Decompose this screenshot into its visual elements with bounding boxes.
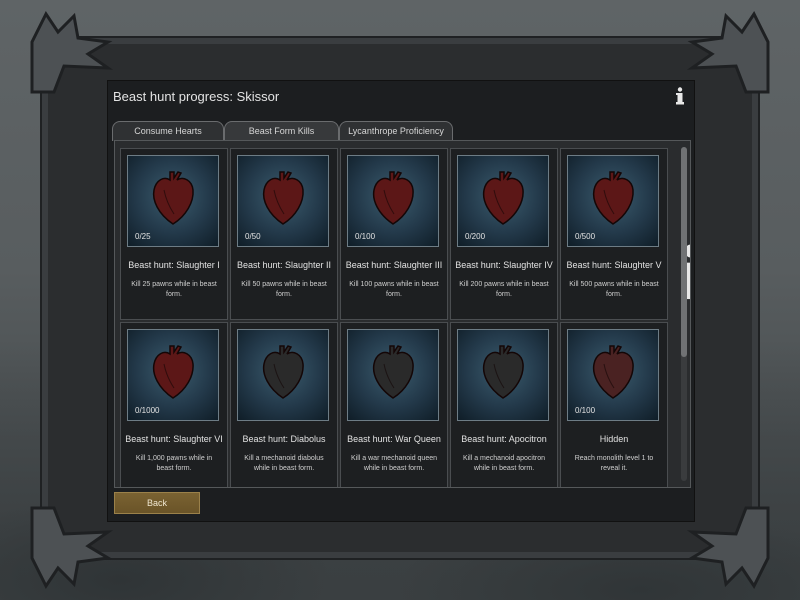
achievement-card[interactable]: Beast hunt: War Queen Kill a war mechanoi… bbox=[340, 322, 448, 487]
achievement-description: Kill 25 pawns while in beast form. bbox=[131, 281, 217, 298]
progress-count: 0/25 bbox=[135, 232, 151, 241]
progress-count: 0/1000 bbox=[135, 406, 160, 415]
heart-icon bbox=[372, 171, 414, 225]
achievement-description: Kill 200 pawns while in beast form. bbox=[459, 281, 549, 298]
achievement-image: 0/100 bbox=[347, 155, 483, 300]
achievement-description: Kill a mechanoid diabolus while in beast… bbox=[244, 455, 324, 472]
scrollbar-thumb[interactable] bbox=[681, 147, 687, 357]
achievement-name: Beast hunt: Slaughter I bbox=[128, 260, 220, 270]
progress-count: 0/50 bbox=[245, 232, 261, 241]
tab-lycanthrope-proficiency[interactable]: Lycanthrope Proficiency bbox=[339, 121, 453, 141]
heart-icon bbox=[372, 345, 414, 399]
info-icon[interactable] bbox=[536, 230, 593, 300]
info-icon[interactable] bbox=[674, 87, 686, 105]
heart-icon bbox=[262, 345, 304, 399]
achievement-card[interactable]: Beast hunt: Diabolus Kill a mechanoid dia… bbox=[230, 322, 338, 487]
heart-icon bbox=[482, 171, 524, 225]
achievement-card[interactable]: 0/100 Beast hunt: Slaughter III Kill 100 p… bbox=[340, 148, 483, 320]
wolf-head-ornament bbox=[684, 8, 776, 100]
achievement-image: 0/50 bbox=[237, 155, 373, 300]
achievement-name: Beast hunt: War Queen bbox=[347, 434, 441, 444]
info-icon[interactable] bbox=[646, 230, 690, 300]
achievement-card[interactable]: 0/100 Hidden Reach monolith level 1 to rev… bbox=[560, 322, 668, 487]
heart-icon bbox=[152, 345, 194, 399]
achievement-image: 0/25 bbox=[127, 155, 263, 300]
achievement-card[interactable]: 0/1000 Beast hunt: Slaughter VI Kill 1,000… bbox=[120, 322, 263, 487]
beast-hunt-progress-window: Beast hunt progress: Skissor Consume Hea… bbox=[107, 80, 695, 522]
progress-count: 0/500 bbox=[575, 232, 596, 241]
achievement-image: 0/200 bbox=[457, 155, 593, 300]
progress-count: 0/100 bbox=[575, 406, 596, 415]
achievement-card[interactable]: 0/500 Beast hunt: Slaughter V Kill 500 paw… bbox=[560, 148, 690, 320]
wolf-head-ornament bbox=[684, 500, 776, 592]
achievement-image: 0/1000 bbox=[127, 329, 263, 474]
heart-icon bbox=[262, 171, 304, 225]
achievement-name: Beast hunt: Slaughter III bbox=[345, 260, 443, 270]
progress-count: 0/100 bbox=[355, 232, 376, 241]
achievement-card[interactable]: 0/200 Beast hunt: Slaughter IV Kill 200 pa… bbox=[450, 148, 593, 320]
achievement-description: Kill 500 pawns while in beast form. bbox=[569, 281, 659, 298]
achievement-name: Beast hunt: Slaughter IV bbox=[455, 260, 553, 270]
progress-count: 0/200 bbox=[465, 232, 486, 241]
info-icon[interactable] bbox=[426, 230, 483, 300]
achievement-name: Hidden bbox=[599, 434, 629, 444]
info-icon[interactable] bbox=[206, 404, 263, 474]
info-icon[interactable] bbox=[316, 230, 373, 300]
heart-icon bbox=[482, 345, 524, 399]
achievement-description: Reach monolith level 1 to reveal it. bbox=[574, 455, 654, 472]
tab-beast-form-kills[interactable]: Beast Form Kills bbox=[224, 121, 339, 141]
achievement-image: 0/500 bbox=[567, 155, 690, 300]
achievement-name: Beast hunt: Slaughter V bbox=[566, 260, 662, 270]
achievement-name: Beast hunt: Diabolus bbox=[242, 434, 326, 444]
tab-consume-hearts[interactable]: Consume Hearts bbox=[112, 121, 224, 141]
achievement-image bbox=[237, 329, 329, 421]
achievement-name: Beast hunt: Slaughter VI bbox=[125, 434, 223, 444]
achievement-card[interactable]: Beast hunt: Apocitron Kill a mechanoid ap… bbox=[450, 322, 558, 487]
achievement-image bbox=[347, 329, 439, 421]
achievement-image bbox=[457, 329, 549, 421]
achievement-description: Kill 100 pawns while in beast form. bbox=[349, 281, 439, 298]
achievement-name: Beast hunt: Apocitron bbox=[461, 434, 547, 444]
achievement-name: Beast hunt: Slaughter II bbox=[236, 260, 332, 270]
window-title: Beast hunt progress: Skissor bbox=[113, 89, 280, 104]
wolf-head-ornament bbox=[24, 500, 116, 592]
achievement-description: Kill 1,000 pawns while in beast form. bbox=[135, 455, 213, 472]
achievement-description: Kill 50 pawns while in beast form. bbox=[241, 281, 327, 298]
achievement-grid: 0/25 Beast hunt: Slaughter I Kill 25 pawns… bbox=[114, 140, 691, 488]
heart-icon bbox=[152, 171, 194, 225]
heart-icon bbox=[592, 345, 634, 399]
back-button[interactable]: Back bbox=[114, 492, 200, 514]
vertical-scrollbar[interactable] bbox=[681, 147, 687, 481]
achievement-description: Kill a mechanoid apocitron while in beas… bbox=[462, 455, 546, 472]
achievement-card[interactable]: 0/25 Beast hunt: Slaughter I Kill 25 pawns… bbox=[120, 148, 263, 320]
info-icon[interactable] bbox=[206, 230, 263, 300]
achievement-description: Kill a war mechanoid queen while in beas… bbox=[351, 455, 437, 472]
heart-icon bbox=[592, 171, 634, 225]
achievement-card[interactable]: 0/50 Beast hunt: Slaughter II Kill 50 pawn… bbox=[230, 148, 373, 320]
wolf-head-ornament bbox=[24, 8, 116, 100]
achievement-image: 0/100 bbox=[567, 329, 659, 421]
